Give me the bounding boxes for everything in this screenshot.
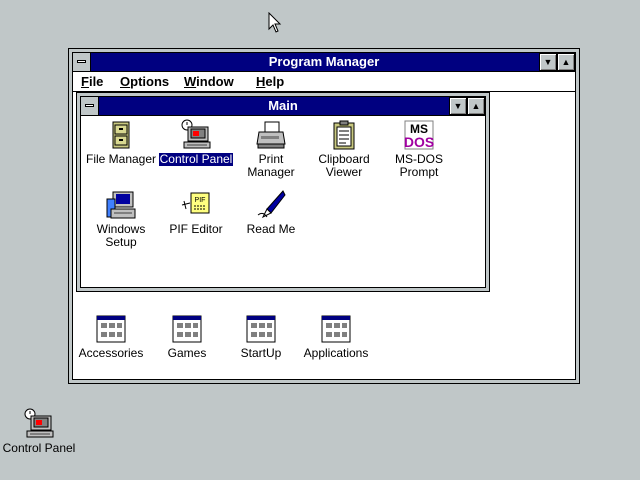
window-title: Program Manager	[268, 54, 380, 69]
minimize-button[interactable]: ▼	[539, 53, 557, 71]
control-panel-icon	[181, 119, 211, 149]
printer-icon	[256, 121, 286, 149]
main-maximize-button[interactable]: ▲	[467, 97, 485, 115]
icon-label: File Manager	[85, 152, 157, 166]
icon-label: Windows Setup	[96, 222, 146, 249]
menu-bar: File Options Window Help	[73, 72, 575, 92]
system-menu-button[interactable]	[73, 53, 91, 71]
clipboard-icon	[333, 120, 355, 150]
windows-setup-icon	[106, 191, 136, 219]
icon-label: Games	[167, 346, 207, 360]
menu-file[interactable]: File	[81, 72, 103, 91]
svg-text:PIF: PIF	[195, 197, 206, 204]
program-group-icon	[321, 315, 351, 343]
file-manager-item[interactable]: File Manager	[83, 119, 159, 166]
main-group-titlebar[interactable]: Main ▼ ▲	[81, 97, 485, 116]
icon-label: Print Manager	[247, 152, 295, 179]
icon-label: Read Me	[246, 222, 296, 236]
ms-dos-prompt-item[interactable]: MS DOS MS-DOS Prompt	[381, 119, 457, 179]
file-cabinet-icon	[112, 121, 130, 149]
program-group-icon	[246, 315, 276, 343]
workspace: Main ▼ ▲ File Manager Control Panel Prin…	[73, 92, 575, 379]
read-me-icon	[257, 190, 286, 219]
menu-help[interactable]: Help	[256, 72, 284, 91]
pif-editor-item[interactable]: PIF PIF Editor	[158, 189, 234, 236]
print-manager-item[interactable]: Print Manager	[233, 119, 309, 179]
program-group-icon	[172, 315, 202, 343]
menu-window[interactable]: Window	[184, 72, 234, 91]
control-panel-item[interactable]: Control Panel	[158, 119, 234, 166]
accessories-group[interactable]: Accessories	[73, 313, 149, 360]
applications-group[interactable]: Applications	[298, 313, 374, 360]
icon-label: Control Panel	[158, 152, 234, 166]
main-system-menu-button[interactable]	[81, 97, 99, 115]
icon-label: MS-DOS Prompt	[395, 152, 443, 179]
icon-label: Applications	[303, 346, 369, 360]
mouse-pointer-icon	[268, 12, 282, 33]
svg-text:DOS: DOS	[404, 134, 434, 150]
main-group-window[interactable]: Main ▼ ▲ File Manager Control Panel Prin…	[76, 92, 490, 292]
icon-label: Clipboard Viewer	[318, 152, 370, 179]
program-manager-window[interactable]: Program Manager ▼ ▲ File Options Window …	[68, 48, 580, 384]
maximize-button[interactable]: ▲	[557, 53, 575, 71]
icon-label: PIF Editor	[169, 222, 223, 236]
icon-label: Control Panel	[2, 441, 76, 455]
games-group[interactable]: Games	[149, 313, 225, 360]
startup-group[interactable]: StartUp	[223, 313, 299, 360]
pif-editor-icon: PIF	[181, 192, 210, 214]
program-group-icon	[96, 315, 126, 343]
main-minimize-button[interactable]: ▼	[449, 97, 467, 115]
menu-options[interactable]: Options	[120, 72, 169, 91]
main-group-title: Main	[268, 98, 298, 113]
desktop-control-panel-icon[interactable]: Control Panel	[1, 408, 77, 455]
control-panel-icon	[24, 408, 54, 438]
ms-dos-icon: MS DOS	[404, 120, 434, 150]
program-manager-titlebar[interactable]: Program Manager ▼ ▲	[73, 53, 575, 72]
clipboard-viewer-item[interactable]: Clipboard Viewer	[306, 119, 382, 179]
icon-label: StartUp	[240, 346, 282, 360]
windows-setup-item[interactable]: Windows Setup	[83, 189, 159, 249]
icon-label: Accessories	[78, 346, 144, 360]
read-me-item[interactable]: Read Me	[233, 189, 309, 236]
